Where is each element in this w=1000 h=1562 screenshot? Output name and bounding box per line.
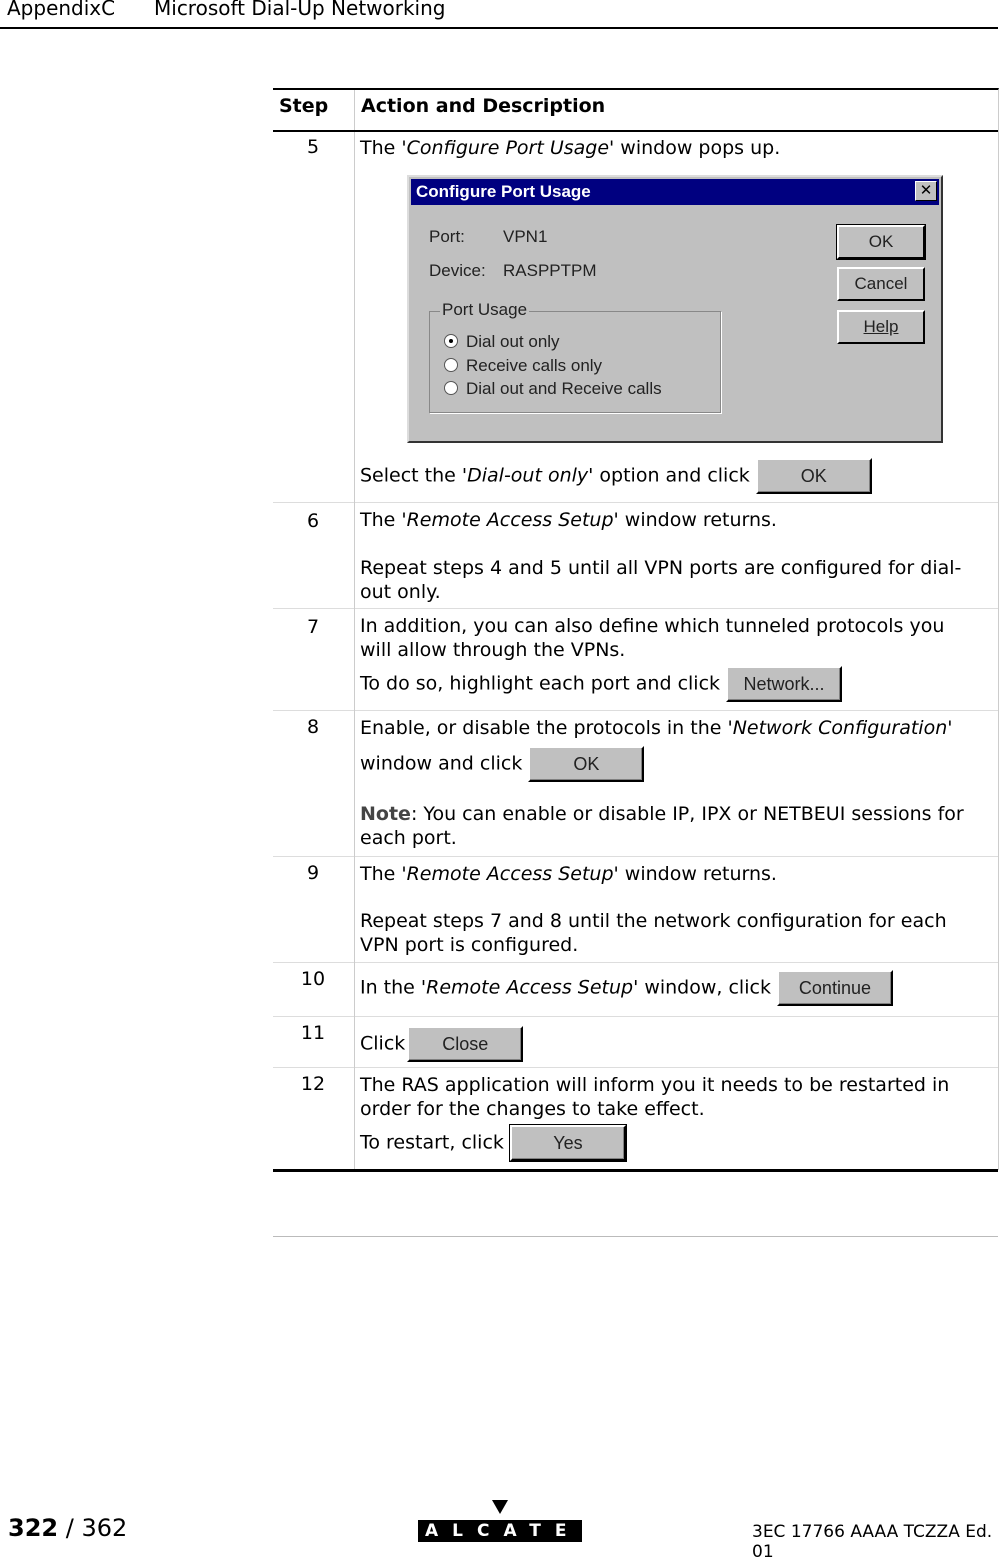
radio-dial-out-only[interactable]: Dial out only [444, 332, 560, 352]
cancel-button[interactable]: Cancel [837, 267, 925, 301]
doc-reference: 3EC 17766 AAAA TCZZA Ed. 01 [752, 1522, 993, 1562]
help-button[interactable]: Help [837, 310, 925, 344]
table-row: 5 The 'Configure Port Usage' window pops… [273, 132, 998, 503]
table-row: 8 Enable, or disable the protocols in th… [273, 710, 998, 857]
header-divider [0, 27, 998, 29]
table-row: 7 In addition, you can also define which… [273, 608, 998, 711]
port-value: VPN1 [503, 227, 548, 246]
ok-button[interactable]: OK [836, 224, 926, 260]
dialog-title: Configure Port Usage [411, 179, 939, 205]
ok-button[interactable]: OK [755, 458, 872, 494]
col-step: Step [279, 95, 329, 117]
radio-receive-calls-only[interactable]: Receive calls only [444, 356, 602, 376]
device-value: RASPPTPM [503, 261, 597, 280]
steps-table: Step Action and Description 5 The 'Confi… [273, 88, 999, 1172]
table-header: Step Action and Description [273, 90, 998, 132]
continue-button[interactable]: Continue [776, 970, 893, 1006]
close-icon[interactable]: ✕ [915, 181, 937, 201]
section-label: AppendixC [7, 0, 116, 20]
table-row: 6 The 'Remote Access Setup' window retur… [273, 502, 998, 609]
header-title: Microsoft Dial-Up Networking [154, 0, 446, 20]
alcatel-logo: ALCATEL [418, 1500, 591, 1542]
port-usage-group: Port Usage Dial out only Receive calls o… [429, 300, 721, 413]
col-action: Action and Description [361, 95, 606, 117]
table-row: 9 The 'Remote Access Setup' window retur… [273, 856, 998, 963]
footer-divider [273, 1236, 998, 1237]
table-row: 12 The RAS application will inform you i… [273, 1067, 998, 1172]
configure-port-usage-dialog: Configure Port Usage ✕ Port: VPN1 Device… [407, 175, 943, 443]
table-row: 11 Click Close [273, 1016, 998, 1068]
close-button[interactable]: Close [407, 1026, 524, 1062]
network-button[interactable]: Network... [726, 666, 843, 702]
page-number: 322 / 362 [8, 1514, 128, 1542]
yes-button[interactable]: Yes [508, 1124, 627, 1162]
radio-dial-out-and-receive[interactable]: Dial out and Receive calls [444, 379, 662, 399]
ok-button[interactable]: OK [528, 746, 645, 782]
table-row: 10 In the 'Remote Access Setup' window, … [273, 962, 998, 1017]
